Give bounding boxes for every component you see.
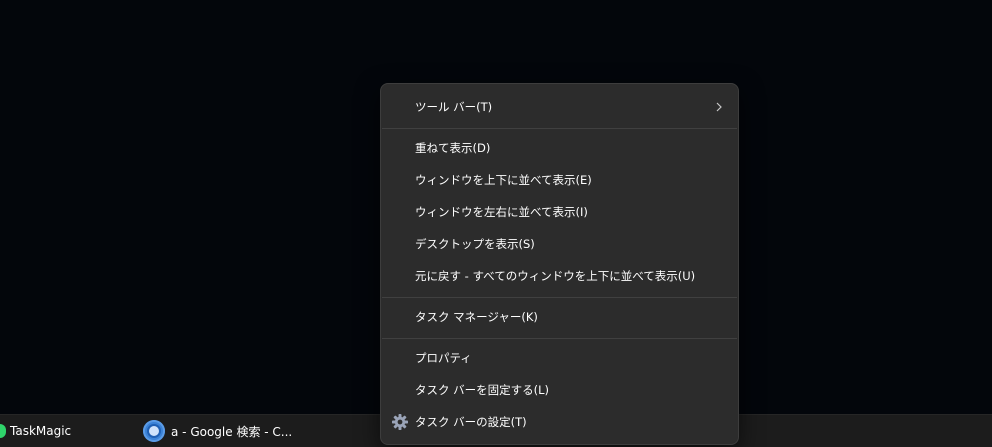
menu-item-label: タスク バーの設定(T) xyxy=(415,415,527,429)
menu-item-show-desktop[interactable]: デスクトップを表示(S) xyxy=(385,229,734,259)
chrome-icon xyxy=(143,420,165,442)
menu-item-lock-taskbar[interactable]: タスク バーを固定する(L) xyxy=(385,375,734,405)
taskmagic-icon xyxy=(0,424,6,438)
menu-item-label: タスク バーを固定する(L) xyxy=(415,383,550,397)
menu-item-side-by-side[interactable]: ウィンドウを左右に並べて表示(I) xyxy=(385,197,734,227)
menu-item-label: 元に戻す - すべてのウィンドウを上下に並べて表示(U) xyxy=(415,269,696,283)
taskbar-app-taskmagic[interactable]: TaskMagic xyxy=(0,415,71,447)
menu-separator xyxy=(382,297,737,298)
menu-separator xyxy=(382,128,737,129)
taskbar-app-label: a - Google 検索 - C... xyxy=(171,424,293,439)
menu-item-cascade[interactable]: 重ねて表示(D) xyxy=(385,133,734,163)
taskbar-app-chrome[interactable]: a - Google 検索 - C... xyxy=(143,415,292,447)
chevron-right-icon xyxy=(716,102,722,112)
menu-item-label: ツール バー(T) xyxy=(415,100,493,114)
menu-item-label: タスク マネージャー(K) xyxy=(415,310,538,324)
menu-item-label: ウィンドウを上下に並べて表示(E) xyxy=(415,173,592,187)
taskbar-app-label: TaskMagic xyxy=(10,424,72,438)
menu-item-stacked[interactable]: ウィンドウを上下に並べて表示(E) xyxy=(385,165,734,195)
menu-item-label: 重ねて表示(D) xyxy=(415,141,491,155)
menu-item-taskbar-settings[interactable]: タスク バーの設定(T) xyxy=(385,407,734,437)
gear-icon xyxy=(392,414,408,430)
menu-item-task-manager[interactable]: タスク マネージャー(K) xyxy=(385,302,734,332)
menu-item-undo[interactable]: 元に戻す - すべてのウィンドウを上下に並べて表示(U) xyxy=(385,261,734,291)
taskbar-context-menu: ツール バー(T) 重ねて表示(D) ウィンドウを上下に並べて表示(E) ウィン… xyxy=(380,83,739,445)
menu-item-properties[interactable]: プロパティ xyxy=(385,343,734,373)
menu-separator xyxy=(382,338,737,339)
menu-item-label: デスクトップを表示(S) xyxy=(415,237,535,251)
menu-item-toolbars[interactable]: ツール バー(T) xyxy=(385,92,734,122)
menu-item-label: プロパティ xyxy=(415,351,472,365)
menu-item-label: ウィンドウを左右に並べて表示(I) xyxy=(415,205,588,219)
